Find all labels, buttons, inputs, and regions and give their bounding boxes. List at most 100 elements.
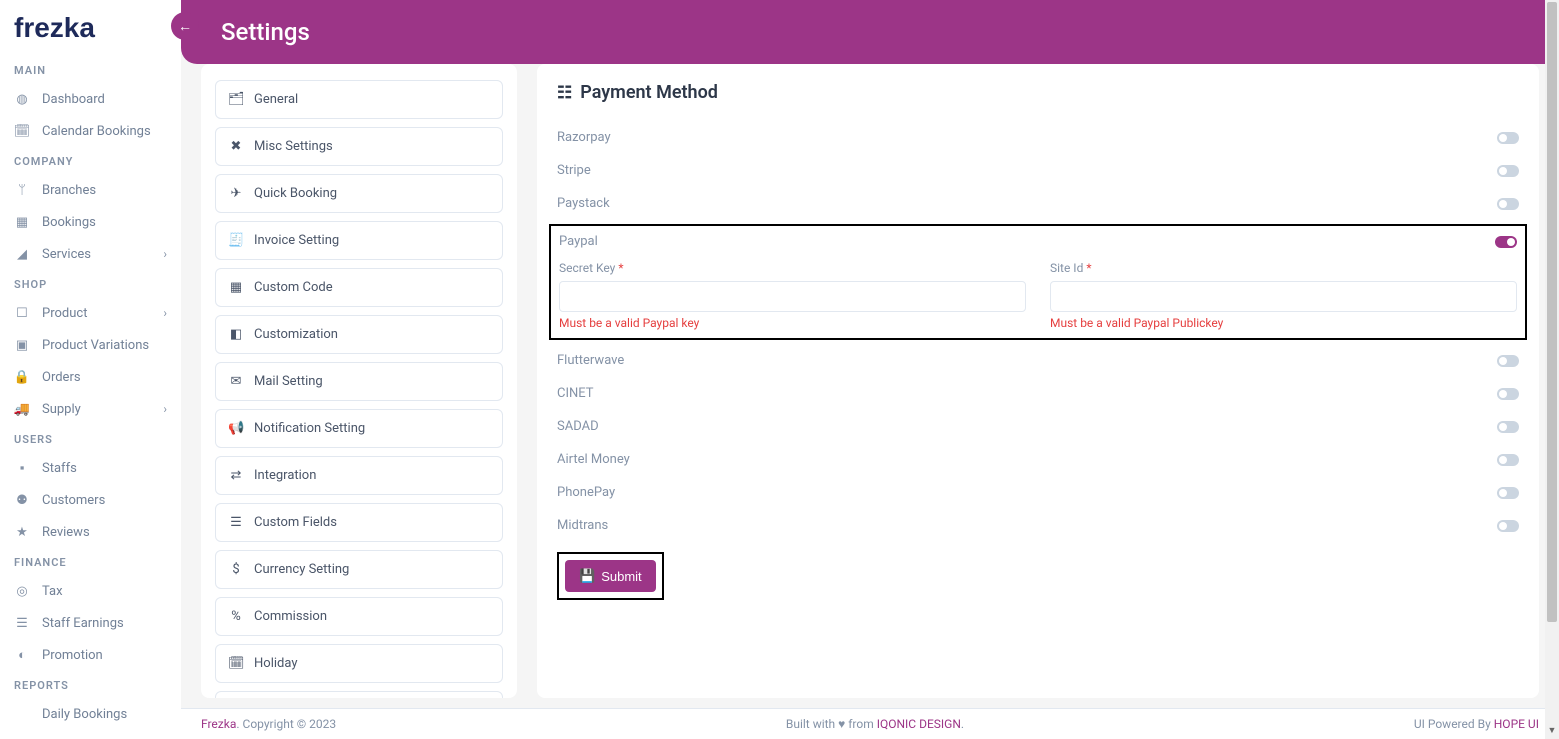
- footer-copyright: . Copyright © 2023: [236, 717, 336, 731]
- settings-item-general[interactable]: 🗂General: [215, 80, 503, 119]
- method-label: SADAD: [557, 419, 599, 434]
- toggle-phonepay[interactable]: [1497, 487, 1519, 499]
- nav-item-services[interactable]: ◢Services›: [0, 238, 181, 270]
- method-row-sadad: SADAD: [557, 410, 1519, 443]
- settings-item-invoice-setting[interactable]: 🧾Invoice Setting: [215, 221, 503, 260]
- nav-item-calendar-bookings[interactable]: 🗓Calendar Bookings: [0, 115, 181, 147]
- required-marker: *: [618, 261, 623, 275]
- footer-brand-link[interactable]: Frezka: [201, 717, 236, 731]
- secret-key-label: Secret Key: [559, 261, 615, 275]
- settings-item-customization[interactable]: ◧Customization: [215, 315, 503, 354]
- toggle-paystack[interactable]: [1497, 198, 1519, 210]
- toggle-cinet[interactable]: [1497, 388, 1519, 400]
- settings-item-holiday[interactable]: 🗓 Holiday: [215, 644, 503, 683]
- nav-item-customers[interactable]: ⚉ Customers: [0, 484, 181, 516]
- toggle-stripe[interactable]: [1497, 165, 1519, 177]
- settings-item-icon: ◧: [228, 327, 244, 342]
- nav-label: Orders: [42, 370, 81, 385]
- nav-icon: ⚉: [14, 492, 30, 508]
- nav-label: Branches: [42, 183, 96, 198]
- content-area: 🗂General ✖ Misc Settings ✈Quick Booking 🧾Inv…: [181, 44, 1559, 708]
- nav-label: Dashboard: [42, 92, 105, 107]
- settings-item-icon: 🗓: [228, 656, 244, 671]
- nav-label: Customers: [42, 493, 105, 508]
- secret-key-input[interactable]: [559, 281, 1026, 312]
- toggle-sadad[interactable]: [1497, 421, 1519, 433]
- nav-icon: ▣: [14, 337, 30, 353]
- nav-label: Bookings: [42, 215, 96, 230]
- nav-item-product[interactable]: ☐Product›: [0, 297, 181, 329]
- sidebar-collapse-button[interactable]: ←: [171, 12, 199, 40]
- settings-item-bussiness-hours[interactable]: 🕐Bussiness Hours: [215, 691, 503, 698]
- stack-icon: ☷: [557, 83, 572, 103]
- nav-icon: 🗓: [14, 123, 30, 139]
- settings-item-icon: 🗂: [228, 92, 244, 107]
- nav-item-reviews[interactable]: ★Reviews: [0, 516, 181, 548]
- scrollbar-down-arrow[interactable]: ▼: [1545, 725, 1559, 739]
- settings-item-label: Holiday: [254, 656, 297, 671]
- settings-item-currency-setting[interactable]: $Currency Setting: [215, 550, 503, 589]
- settings-item-mail-setting[interactable]: ✉Mail Setting: [215, 362, 503, 401]
- nav-icon: ▦: [14, 214, 30, 230]
- method-label: Razorpay: [557, 130, 611, 145]
- toggle-airtel-money[interactable]: [1497, 454, 1519, 466]
- nav-item-orders[interactable]: 🔒Orders: [0, 361, 181, 393]
- toggle-midtrans[interactable]: [1497, 520, 1519, 532]
- nav-label: Product: [42, 306, 87, 321]
- settings-item-icon: ⇄: [228, 468, 244, 483]
- footer-powered-link[interactable]: HOPE UI: [1494, 717, 1539, 731]
- chevron-right-icon: ›: [163, 306, 167, 320]
- settings-item-notification-setting[interactable]: 📢Notification Setting: [215, 409, 503, 448]
- nav-item-dashboard[interactable]: ◍Dashboard: [0, 83, 181, 115]
- method-label: Paystack: [557, 196, 610, 211]
- main-area: Settings 🗂General✖Misc Settings✈Quick Bo…: [181, 0, 1559, 739]
- settings-item-commission[interactable]: %Commission: [215, 597, 503, 636]
- settings-item-label: Quick Booking: [254, 186, 337, 201]
- settings-item-quick-booking[interactable]: ✈Quick Booking: [215, 174, 503, 213]
- method-row-cinet: CINET: [557, 377, 1519, 410]
- settings-item-label: Misc Settings: [254, 139, 333, 154]
- nav-item-promotion[interactable]: ◐Promotion: [0, 639, 181, 671]
- method-row-stripe: Stripe: [557, 154, 1519, 187]
- nav-icon: ☰: [14, 615, 30, 631]
- nav-section-title: MAIN: [0, 56, 181, 83]
- method-label: Airtel Money: [557, 452, 630, 467]
- nav-section-title: USERS: [0, 425, 181, 452]
- scrollbar-track[interactable]: ▲ ▼: [1545, 0, 1559, 739]
- settings-item-custom-code[interactable]: ▦Custom Code: [215, 268, 503, 307]
- nav-item-branches[interactable]: ᛘBranches: [0, 174, 181, 206]
- settings-item-icon: $: [228, 562, 244, 577]
- method-row-airtel-money: Airtel Money: [557, 443, 1519, 476]
- site-id-input[interactable]: [1050, 281, 1517, 312]
- site-id-error: Must be a valid Paypal Publickey: [1050, 316, 1517, 330]
- scrollbar-thumb[interactable]: [1547, 2, 1557, 622]
- nav-item-daily-bookings[interactable]: Daily Bookings: [0, 698, 181, 730]
- nav-item-tax[interactable]: ◎Tax: [0, 575, 181, 607]
- secret-key-field: Secret Key * Must be a valid Paypal key: [559, 261, 1026, 330]
- chevron-right-icon: ›: [163, 402, 167, 416]
- panel-title: ☷ Payment Method: [557, 82, 1519, 103]
- nav-item-bookings[interactable]: ▦ Bookings: [0, 206, 181, 238]
- settings-item-integration[interactable]: ⇄Integration: [215, 456, 503, 495]
- nav-item-supply[interactable]: 🚚Supply›: [0, 393, 181, 425]
- settings-menu-panel: 🗂General ✖ Misc Settings ✈Quick Booking 🧾Inv…: [201, 64, 517, 698]
- nav-icon: ◐: [14, 647, 30, 663]
- settings-item-label: Invoice Setting: [254, 233, 339, 248]
- submit-button[interactable]: 💾 Submit: [565, 560, 656, 592]
- nav-item-staff-earnings[interactable]: ☰Staff Earnings: [0, 607, 181, 639]
- method-row-paystack: Paystack: [557, 187, 1519, 220]
- settings-item-custom-fields[interactable]: ☰Custom Fields: [215, 503, 503, 542]
- settings-item-misc-settings[interactable]: ✖ Misc Settings: [215, 127, 503, 166]
- settings-item-label: Mail Setting: [254, 374, 323, 389]
- nav-item-product-variations[interactable]: ▣Product Variations: [0, 329, 181, 361]
- nav-label: Daily Bookings: [42, 707, 127, 722]
- toggle-razorpay[interactable]: [1497, 132, 1519, 144]
- settings-item-icon: ✖: [228, 139, 244, 154]
- footer-builder-link[interactable]: IQONIC DESIGN: [877, 717, 961, 731]
- toggle-paypal[interactable]: [1495, 236, 1517, 248]
- nav-section-title: SHOP: [0, 270, 181, 297]
- toggle-flutterwave[interactable]: [1497, 355, 1519, 367]
- nav-item-staffs[interactable]: ▪Staffs: [0, 452, 181, 484]
- method-label: Stripe: [557, 163, 591, 178]
- required-marker: *: [1086, 261, 1091, 275]
